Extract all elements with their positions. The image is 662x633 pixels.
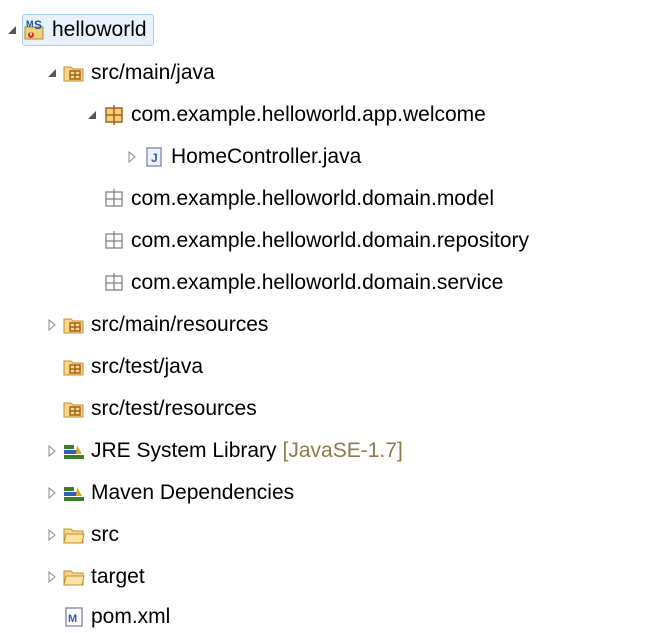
collapsed-arrow-icon[interactable] <box>42 519 62 551</box>
source-folder-icon <box>62 355 86 379</box>
source-folder-icon <box>62 61 86 85</box>
tree-item-label: com.example.helloworld.app.welcome <box>131 103 486 126</box>
svg-text:M: M <box>26 19 34 29</box>
folder-icon <box>62 565 86 589</box>
svg-text:M: M <box>68 613 77 625</box>
maven-pom-icon: M <box>62 605 86 629</box>
collapsed-arrow-icon[interactable] <box>122 141 142 173</box>
tree-item-package-domain-model[interactable]: com.example.helloworld.domain.model <box>102 183 494 215</box>
expanded-arrow-icon[interactable] <box>42 57 62 89</box>
empty-package-icon <box>102 229 126 253</box>
tree-item-src-main-java[interactable]: src/main/java <box>42 57 215 89</box>
svg-text:J: J <box>151 151 158 165</box>
empty-package-icon <box>102 271 126 295</box>
empty-package-icon <box>102 187 126 211</box>
tree-item-label: com.example.helloworld.domain.model <box>131 187 495 210</box>
tree-item-src[interactable]: src <box>42 519 119 551</box>
collapsed-arrow-icon[interactable] <box>42 435 62 467</box>
tree-item-jre-system-library[interactable]: JRE System Library [JavaSE-1.7] <box>42 435 403 467</box>
library-icon <box>62 439 86 463</box>
library-icon <box>62 481 86 505</box>
expanded-arrow-icon[interactable] <box>82 99 102 131</box>
tree-item-label: JRE System Library <box>91 439 277 462</box>
tree-item-src-test-java[interactable]: src/test/java <box>62 351 203 383</box>
project-explorer-tree: M S helloworld src/main/java com.example… <box>0 0 662 632</box>
tree-item-homecontroller-java[interactable]: J HomeController.java <box>122 141 361 173</box>
collapsed-arrow-icon[interactable] <box>42 477 62 509</box>
source-folder-icon <box>62 397 86 421</box>
tree-item-target[interactable]: target <box>42 561 145 593</box>
tree-item-label: helloworld <box>52 18 147 41</box>
source-folder-icon <box>62 313 86 337</box>
collapsed-arrow-icon[interactable] <box>42 309 62 341</box>
tree-item-label: HomeController.java <box>171 145 362 168</box>
tree-item-package-app-welcome[interactable]: com.example.helloworld.app.welcome <box>82 99 486 131</box>
tree-item-label: pom.xml <box>91 605 171 628</box>
java-file-icon: J <box>142 145 166 169</box>
tree-item-label: src <box>91 523 119 546</box>
collapsed-arrow-icon[interactable] <box>42 561 62 593</box>
library-version-decoration: [JavaSE-1.7] <box>282 439 403 462</box>
tree-item-label: target <box>91 565 145 588</box>
tree-item-label: src/test/resources <box>91 397 257 420</box>
tree-item-label: Maven Dependencies <box>91 481 295 504</box>
expanded-arrow-icon[interactable] <box>2 14 22 46</box>
tree-item-package-domain-service[interactable]: com.example.helloworld.domain.service <box>102 267 503 299</box>
tree-item-label: src/main/resources <box>91 313 269 336</box>
tree-item-helloworld[interactable]: M S helloworld <box>2 14 154 46</box>
tree-item-label: com.example.helloworld.domain.repository <box>131 229 530 252</box>
tree-item-label: src/main/java <box>91 61 215 84</box>
maven-project-icon: M S <box>23 18 47 42</box>
package-icon <box>102 103 126 127</box>
tree-item-label: src/test/java <box>91 355 204 378</box>
svg-text:S: S <box>34 18 42 32</box>
folder-icon <box>62 523 86 547</box>
tree-item-src-test-resources[interactable]: src/test/resources <box>62 393 257 425</box>
tree-item-label: com.example.helloworld.domain.service <box>131 271 504 294</box>
tree-item-package-domain-repository[interactable]: com.example.helloworld.domain.repository <box>102 225 529 257</box>
tree-item-src-main-resources[interactable]: src/main/resources <box>42 309 268 341</box>
tree-item-maven-dependencies[interactable]: Maven Dependencies <box>42 477 294 509</box>
tree-item-pom-xml[interactable]: M pom.xml <box>62 601 170 633</box>
selected-highlight: M S helloworld <box>22 14 154 46</box>
